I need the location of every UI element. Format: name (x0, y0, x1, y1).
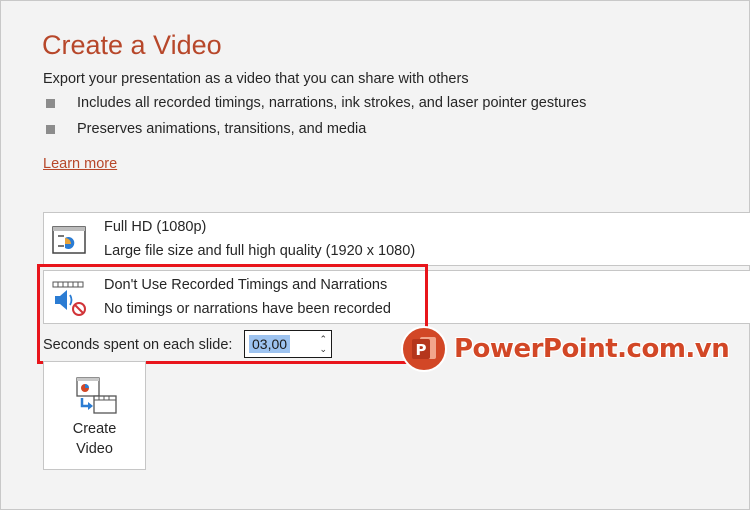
bullet-item: Preserves animations, transitions, and m… (43, 121, 366, 137)
bullet-text: Includes all recorded timings, narration… (77, 95, 587, 111)
create-video-button[interactable]: Create Video (43, 361, 146, 470)
chevron-up-icon[interactable]: ⌃ (319, 335, 327, 344)
learn-more-link[interactable]: Learn more (43, 156, 117, 172)
page-subtitle: Export your presentation as a video that… (43, 71, 469, 87)
bullet-text: Preserves animations, transitions, and m… (77, 121, 367, 137)
seconds-input[interactable]: 03,00 (249, 335, 291, 353)
presentation-quality-icon (52, 226, 86, 254)
seconds-label: Seconds spent on each slide: (43, 337, 233, 353)
powerpoint-logo-icon: P (401, 326, 447, 372)
page-title: Create a Video (42, 30, 222, 60)
timings-title: Don't Use Recorded Timings and Narration… (104, 277, 388, 293)
timings-dropdown[interactable]: Don't Use Recorded Timings and Narration… (43, 270, 750, 324)
create-video-label-line2: Video (76, 441, 113, 457)
speaker-no-narration-icon (52, 281, 86, 316)
bullet-square-icon (46, 98, 55, 108)
chevron-down-icon[interactable]: ⌄ (319, 345, 327, 354)
quality-dropdown[interactable]: Full HD (1080p) Large file size and full… (43, 212, 750, 266)
quality-description: Large file size and full high quality (1… (104, 243, 416, 259)
bullet-item: Includes all recorded timings, narration… (43, 95, 586, 111)
powerpoint-logo-letter: P (416, 341, 427, 359)
create-video-icon (76, 377, 117, 414)
watermark-text: PowerPoint.com.vn (454, 334, 730, 364)
bullet-square-icon (46, 124, 55, 134)
timings-description: No timings or narrations have been recor… (104, 301, 391, 317)
create-video-label-line1: Create (72, 421, 117, 437)
watermark: P PowerPoint.com.vn (400, 323, 730, 375)
seconds-spinner[interactable]: 03,00 ⌃ ⌄ (244, 330, 332, 358)
quality-title: Full HD (1080p) (104, 219, 207, 235)
